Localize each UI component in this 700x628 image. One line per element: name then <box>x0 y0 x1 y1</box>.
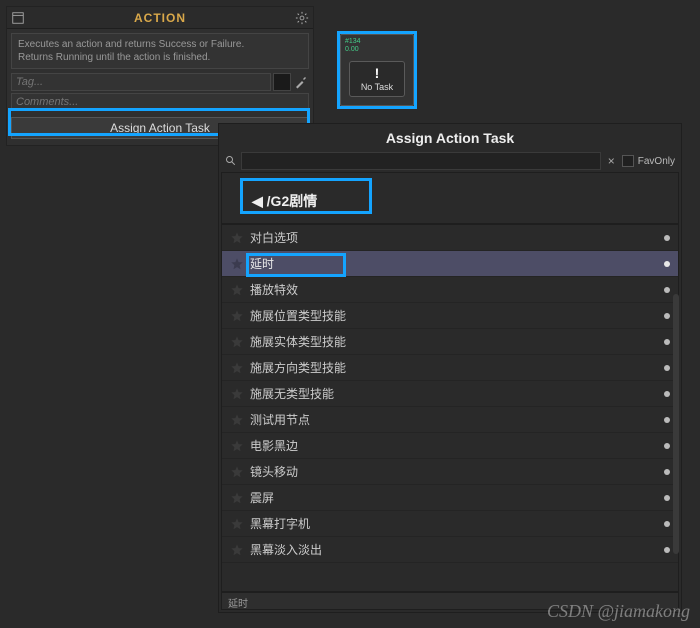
item-label: 电影黑边 <box>250 437 664 454</box>
item-dot <box>664 235 670 241</box>
tag-input[interactable] <box>11 73 271 91</box>
item-dot <box>664 469 670 475</box>
item-dot <box>664 391 670 397</box>
panel-title: ACTION <box>25 11 295 25</box>
star-icon[interactable] <box>230 231 244 245</box>
list-item[interactable]: 镜头移动 <box>222 459 678 485</box>
star-icon[interactable] <box>230 257 244 271</box>
list-item[interactable]: 电影黑边 <box>222 433 678 459</box>
comments-input[interactable] <box>11 93 309 111</box>
back-arrow-icon: ◀ <box>252 193 263 209</box>
star-icon[interactable] <box>230 309 244 323</box>
favonly-checkbox[interactable] <box>622 155 634 167</box>
search-icon <box>225 155 237 167</box>
item-dot <box>664 521 670 527</box>
item-dot <box>664 339 670 345</box>
item-label: 延时 <box>250 255 664 272</box>
star-icon[interactable] <box>230 543 244 557</box>
star-icon[interactable] <box>230 283 244 297</box>
star-icon[interactable] <box>230 491 244 505</box>
node-id: #134 0.00 <box>341 35 413 54</box>
status-bar: 延时 <box>221 592 679 610</box>
item-dot <box>664 365 670 371</box>
item-label: 施展方向类型技能 <box>250 359 664 376</box>
search-input[interactable] <box>241 152 601 170</box>
color-swatch[interactable] <box>273 73 291 91</box>
star-icon[interactable] <box>230 387 244 401</box>
window-icon[interactable] <box>11 11 25 25</box>
list-item[interactable]: 黑幕淡入淡出 <box>222 537 678 563</box>
scrollbar[interactable] <box>673 294 679 554</box>
item-label: 播放特效 <box>250 281 664 298</box>
list-item[interactable]: 施展位置类型技能 <box>222 303 678 329</box>
list-item[interactable]: 施展无类型技能 <box>222 381 678 407</box>
list-item[interactable]: 对白选项 <box>222 225 678 251</box>
node-body: ! No Task <box>349 61 405 97</box>
task-list: 对白选项延时播放特效施展位置类型技能施展实体类型技能施展方向类型技能施展无类型技… <box>221 224 679 592</box>
item-label: 黑幕打字机 <box>250 515 664 532</box>
breadcrumb[interactable]: ◀ /G2剧情 <box>221 172 679 224</box>
node-label: No Task <box>361 82 393 92</box>
list-item[interactable]: 黑幕打字机 <box>222 511 678 537</box>
item-label: 施展位置类型技能 <box>250 307 664 324</box>
star-icon[interactable] <box>230 335 244 349</box>
list-item[interactable]: 测试用节点 <box>222 407 678 433</box>
item-label: 施展实体类型技能 <box>250 333 664 350</box>
task-node[interactable]: #134 0.00 ! No Task <box>340 34 414 106</box>
star-icon[interactable] <box>230 517 244 531</box>
item-dot <box>664 443 670 449</box>
item-label: 测试用节点 <box>250 411 664 428</box>
description-text: Executes an action and returns Success o… <box>11 33 309 69</box>
item-dot <box>664 547 670 553</box>
action-header: ACTION <box>7 7 313 29</box>
breadcrumb-path: /G2剧情 <box>267 193 318 209</box>
assign-panel-title: Assign Action Task <box>219 124 681 152</box>
list-item[interactable]: 施展实体类型技能 <box>222 329 678 355</box>
item-dot <box>664 261 670 267</box>
gear-icon[interactable] <box>295 11 309 25</box>
star-icon[interactable] <box>230 413 244 427</box>
warning-icon: ! <box>375 66 380 80</box>
item-label: 震屏 <box>250 489 664 506</box>
item-label: 对白选项 <box>250 229 664 246</box>
item-dot <box>664 313 670 319</box>
star-icon[interactable] <box>230 439 244 453</box>
item-label: 施展无类型技能 <box>250 385 664 402</box>
item-dot <box>664 287 670 293</box>
favonly-label: FavOnly <box>638 156 675 167</box>
list-item[interactable]: 震屏 <box>222 485 678 511</box>
item-label: 黑幕淡入淡出 <box>250 541 664 558</box>
eyedropper-icon[interactable] <box>293 74 309 90</box>
item-label: 镜头移动 <box>250 463 664 480</box>
list-item[interactable]: 播放特效 <box>222 277 678 303</box>
assign-task-panel: Assign Action Task × FavOnly ◀ /G2剧情 对白选… <box>218 123 682 613</box>
star-icon[interactable] <box>230 361 244 375</box>
item-dot <box>664 495 670 501</box>
list-item[interactable]: 施展方向类型技能 <box>222 355 678 381</box>
star-icon[interactable] <box>230 465 244 479</box>
clear-search-button[interactable]: × <box>605 154 618 168</box>
list-item[interactable]: 延时 <box>222 251 678 277</box>
item-dot <box>664 417 670 423</box>
